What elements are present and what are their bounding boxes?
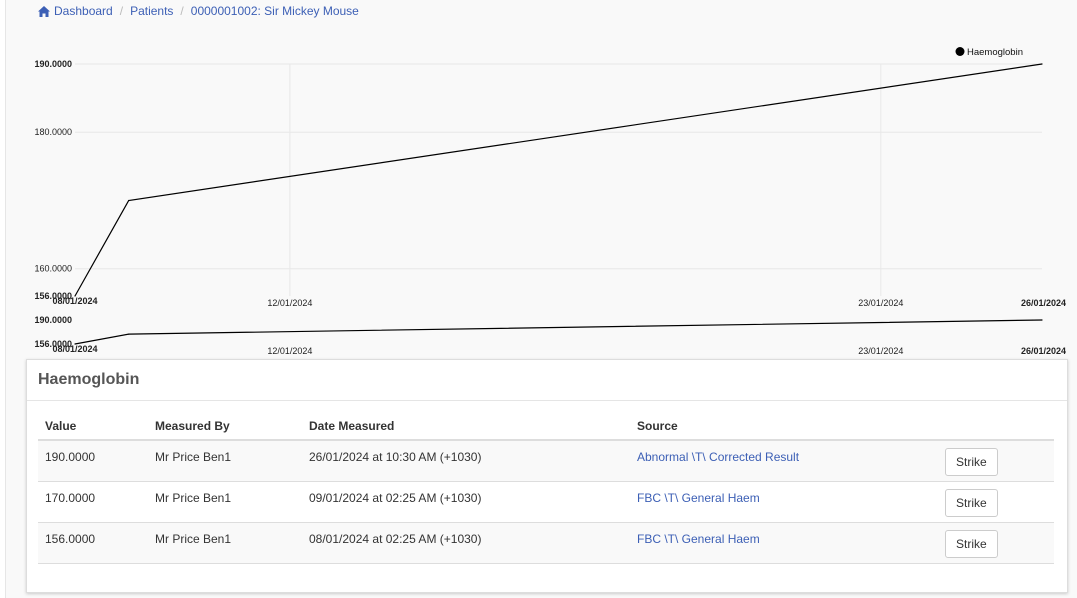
strike-button[interactable]: Strike (945, 488, 998, 517)
x-tick-label: 12/01/2024 (267, 298, 312, 308)
cell-value: 190.0000 (38, 440, 148, 482)
cell-date: 09/01/2024 at 02:25 AM (+1030) (302, 481, 630, 523)
source-link[interactable]: FBC \T\ General Haem (637, 532, 760, 546)
data-point (1041, 319, 1043, 321)
x-tick-label: 12/01/2024 (267, 346, 312, 356)
strike-button[interactable]: Strike (945, 529, 998, 558)
table-row: 156.0000 Mr Price Ben1 08/01/2024 at 02:… (38, 522, 1054, 564)
legend-marker (955, 47, 965, 56)
column-header-measured-by: Measured By (148, 412, 302, 441)
series-line (74, 63, 1043, 297)
panel-title: Haemoglobin (27, 360, 1067, 401)
x-tick-label: 26/01/2024 (1021, 346, 1066, 356)
cell-action: Strike (938, 481, 1054, 523)
column-header-value: Value (38, 412, 148, 441)
series-line (74, 319, 1043, 345)
x-tick-label: 23/01/2024 (858, 298, 903, 308)
y-tick-label: 160.0000 (34, 264, 72, 274)
haemoglobin-chart: 156.0000160.0000180.0000190.000008/01/20… (34, 47, 1066, 356)
y-tick-label: 180.0000 (34, 127, 72, 137)
data-point (128, 333, 130, 335)
table-row: 190.0000 Mr Price Ben1 26/01/2024 at 10:… (38, 440, 1054, 482)
data-point (1041, 63, 1043, 65)
cell-value: 170.0000 (38, 481, 148, 523)
chart-legend: Haemoglobin (955, 47, 1023, 58)
x-tick-label: 23/01/2024 (858, 346, 903, 356)
cell-measured-by: Mr Price Ben1 (148, 522, 302, 564)
cell-action: Strike (938, 522, 1054, 564)
strike-button[interactable]: Strike (945, 448, 998, 476)
column-header-action (938, 412, 1054, 441)
x-tick-label: 26/01/2024 (1021, 298, 1066, 308)
table-row: 170.0000 Mr Price Ben1 09/01/2024 at 02:… (38, 481, 1054, 523)
cell-date: 08/01/2024 at 02:25 AM (+1030) (302, 522, 630, 564)
x-tick-label: 08/01/2024 (52, 296, 97, 306)
cell-value: 156.0000 (38, 522, 148, 564)
column-header-source: Source (630, 412, 938, 441)
observation-table: Value Measured By Date Measured Source 1… (38, 412, 1054, 564)
cell-source: FBC \T\ General Haem (630, 522, 938, 564)
y-tick-label: 190.0000 (34, 59, 72, 69)
cell-measured-by: Mr Price Ben1 (148, 481, 302, 523)
observation-panel: Haemoglobin Value Measured By Date Measu… (26, 359, 1068, 593)
cell-date: 26/01/2024 at 10:30 AM (+1030) (302, 440, 630, 482)
cell-action: Strike (938, 440, 1054, 482)
column-header-date-measured: Date Measured (302, 412, 630, 441)
data-point (128, 199, 130, 202)
source-link[interactable]: FBC \T\ General Haem (637, 491, 760, 505)
cell-source: FBC \T\ General Haem (630, 481, 938, 523)
y-tick-label: 190.0000 (34, 315, 72, 325)
cell-source: Abnormal \T\ Corrected Result (630, 440, 938, 482)
navigator-chart: 156.0000190.000008/01/2024 12/01/2024 23/0… (34, 315, 1066, 356)
data-point (74, 295, 76, 297)
main-chart: 156.0000160.0000180.0000190.000008/01/20… (34, 47, 1066, 308)
table-header-row: Value Measured By Date Measured Source (38, 412, 1054, 441)
source-link[interactable]: Abnormal \T\ Corrected Result (637, 450, 799, 464)
data-point (74, 343, 76, 345)
cell-measured-by: Mr Price Ben1 (148, 440, 302, 482)
x-tick-label: 08/01/2024 (52, 344, 97, 354)
legend-label: Haemoglobin (967, 47, 1023, 58)
